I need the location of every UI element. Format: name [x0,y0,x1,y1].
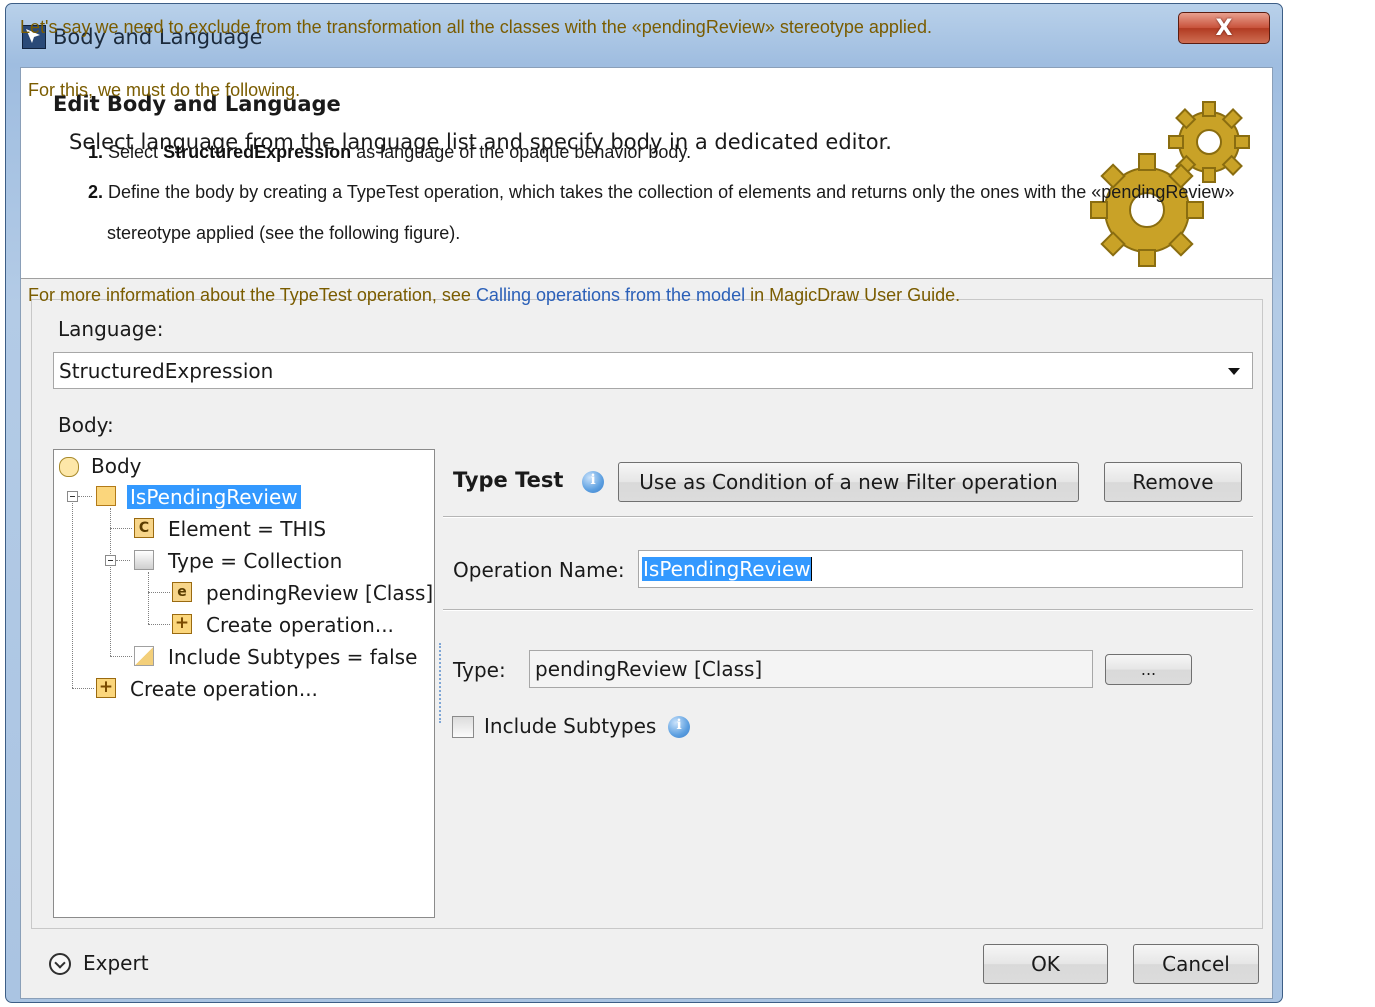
close-button[interactable]: X [1178,12,1270,44]
include-subtypes-checkbox[interactable] [452,716,474,738]
doc-step-2: 2. Define the body by creating a TypeTes… [88,182,1234,203]
plus-icon: + [172,614,192,634]
ok-button[interactable]: OK [983,944,1108,984]
close-icon: X [1215,15,1233,41]
tree-line [110,528,132,529]
separator [443,609,1253,611]
browse-button[interactable]: ... [1105,654,1192,685]
operation-name-value: IsPendingReview [642,557,812,581]
type-label: Type: [453,658,506,682]
tree-node-element[interactable]: Element = THIS [168,517,326,541]
tree-line [110,656,132,657]
doc-step-1: 1. Select StructuredExpression as langua… [88,142,691,163]
remove-button[interactable]: Remove [1104,462,1242,502]
type-field[interactable]: pendingReview [Class] [529,650,1093,688]
doc-text: For more information about the TypeTest … [28,285,471,305]
step-number: 2. [88,182,104,202]
collapse-icon[interactable] [67,491,78,502]
tree-line [78,496,92,497]
tree-line [148,624,170,625]
language-selected-value: StructuredExpression [59,359,274,383]
dialog-client: Edit Body and Language Select language f… [20,67,1273,999]
text-caret [811,557,812,581]
doc-text: in MagicDraw User Guide. [750,285,961,305]
type-test-title: Type Test [453,468,564,492]
tree-node-ispendingreview[interactable]: IsPendingReview [127,485,301,509]
separator [443,516,1253,518]
plus-icon: + [96,678,116,698]
tree-node-create-operation[interactable]: Create operation... [206,613,394,637]
doc-intro-text: Let's say we need to exclude from the tr… [20,17,932,37]
tree-line [110,508,111,656]
step-text: as language of the opaque behavior body. [356,142,692,162]
tree-node-pendingreview[interactable]: pendingReview [Class] [206,581,433,605]
chevron-down-icon[interactable] [1228,368,1240,375]
doc-more-info: For more information about the TypeTest … [28,285,960,306]
cancel-button[interactable]: Cancel [1133,944,1259,984]
operation-name-field[interactable]: IsPendingReview [638,550,1243,588]
splitter-handle[interactable] [439,643,441,723]
info-icon[interactable] [668,716,690,738]
tree-node-body[interactable]: Body [91,454,142,478]
use-as-condition-button[interactable]: Use as Condition of a new Filter operati… [618,462,1079,502]
class-c-icon: C [134,518,154,538]
body-tree[interactable]: Body IsPendingReview C Element = THIS Ty… [53,449,435,918]
content-panel: Language: StructuredExpression Body: Bod… [31,299,1263,929]
tree-line [72,492,73,688]
operation-name-label: Operation Name: [453,558,625,582]
language-combobox[interactable]: StructuredExpression [53,352,1253,389]
class-e-icon: e [172,582,192,602]
type-value: pendingReview [Class] [535,657,763,681]
boolean-icon [134,646,154,666]
calling-operations-link[interactable]: Calling operations from the model [476,285,745,305]
step-text: Define the body by creating a TypeTest o… [108,182,1235,202]
tree-line [116,560,130,561]
info-icon[interactable] [582,471,604,493]
tree-line [148,592,170,593]
body-icon [59,457,79,477]
doc-for-this-text: For this, we must do the following. [28,80,301,100]
step-number: 1. [88,142,104,162]
tree-line [72,688,94,689]
operation-icon [96,486,116,506]
include-subtypes-label: Include Subtypes [484,714,657,738]
expert-toggle-icon[interactable] [49,953,71,975]
tree-node-include-subtypes[interactable]: Include Subtypes = false [168,645,417,669]
tree-node-create-operation[interactable]: Create operation... [130,677,318,701]
expert-label[interactable]: Expert [83,951,149,975]
collection-icon [134,550,154,570]
collapse-icon[interactable] [105,555,116,566]
language-label: Language: [58,317,164,341]
tree-line [148,572,149,624]
tree-node-type[interactable]: Type = Collection [168,549,342,573]
step-keyword: StructuredExpression [163,142,352,162]
body-label: Body: [58,413,114,437]
doc-step-2-continuation: stereotype applied (see the following fi… [107,223,461,243]
step-text: Select [108,142,159,162]
